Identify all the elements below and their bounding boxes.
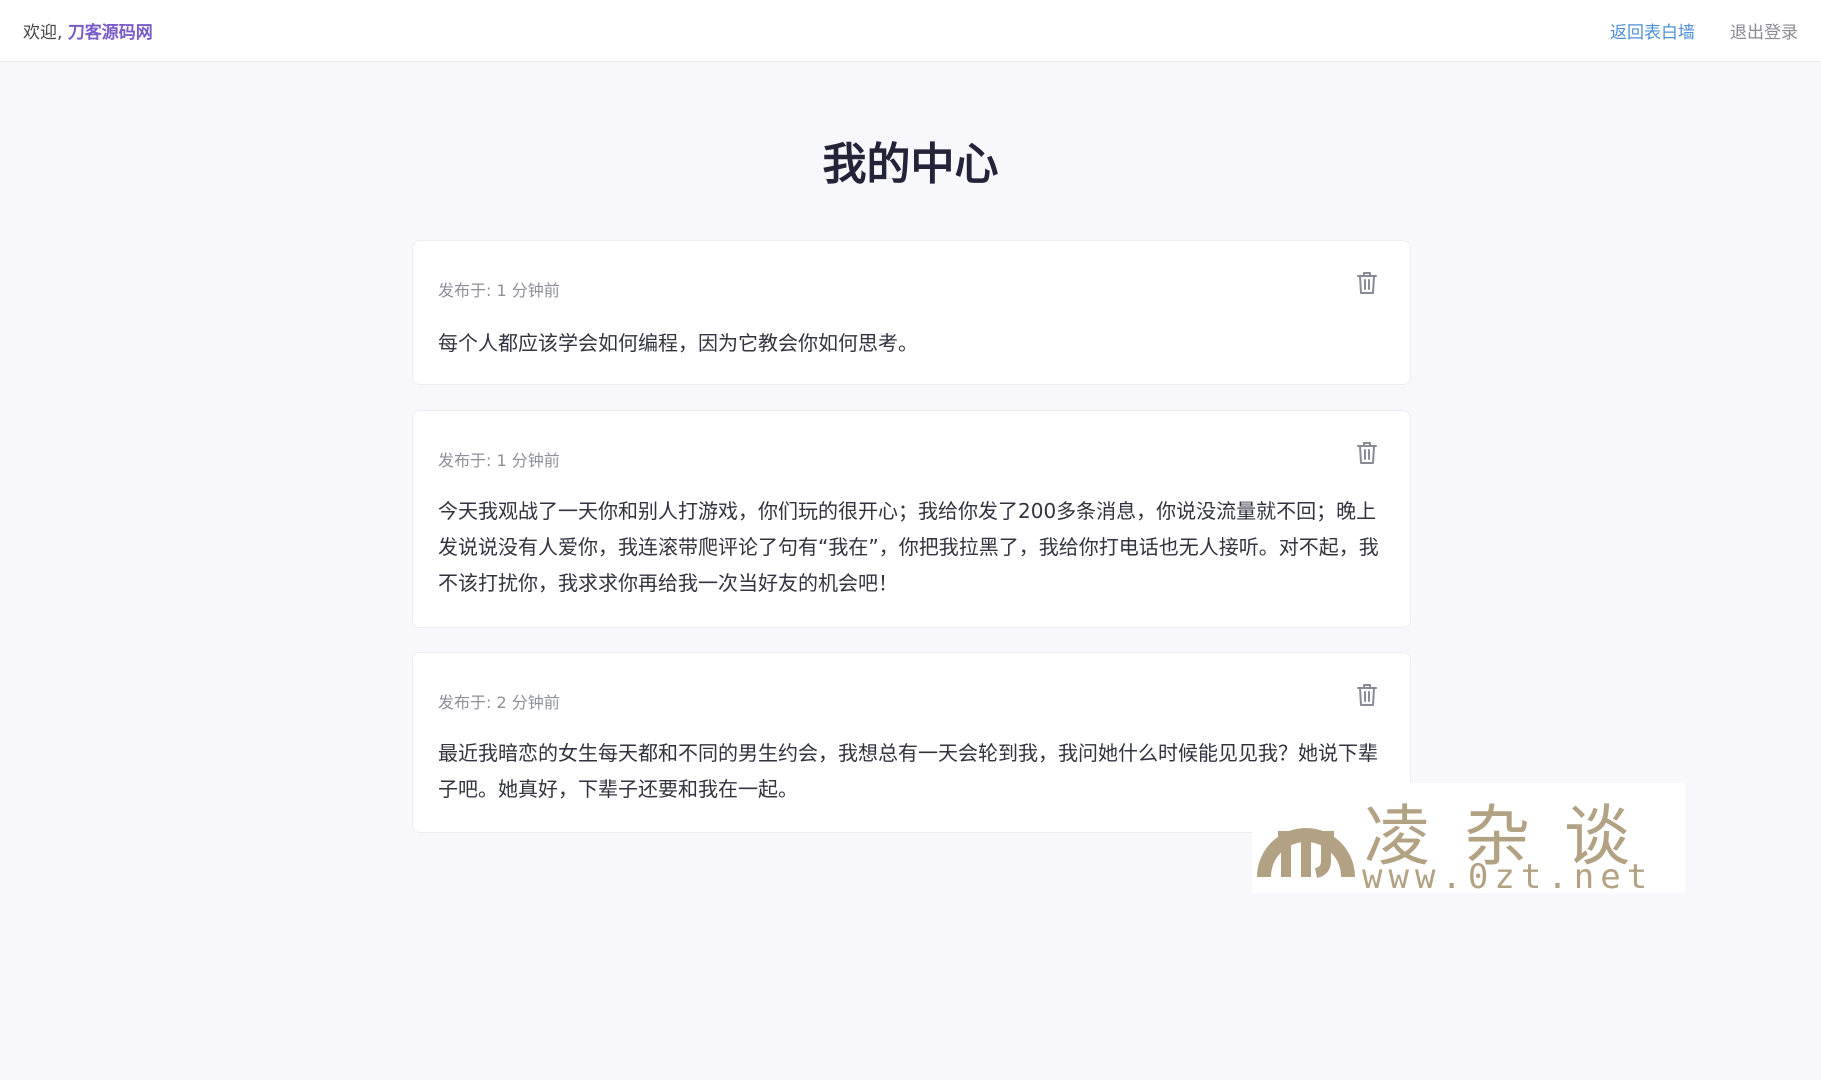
trash-icon (1357, 442, 1377, 464)
delete-button[interactable] (1354, 681, 1380, 709)
post-content: 每个人都应该学会如何编程，因为它教会你如何思考。 (438, 331, 918, 355)
post-meta: 发布于: 1 分钟前 (438, 451, 560, 470)
post-content: 今天我观战了一天你和别人打游戏，你们玩的很开心；我给你发了200多条消息，你说没… (438, 499, 1379, 595)
post-content: 最近我暗恋的女生每天都和不同的男生约会，我想总有一天会轮到我，我问她什么时候能见… (438, 741, 1378, 801)
post-meta: 发布于: 1 分钟前 (438, 281, 560, 300)
trash-icon (1357, 272, 1377, 294)
welcome-message: 欢迎, 刀客源码网 (23, 18, 153, 43)
watermark-logo-icon (1257, 828, 1355, 878)
watermark-url: www.0zt.net (1362, 857, 1654, 897)
delete-button[interactable] (1354, 439, 1380, 467)
post-meta: 发布于: 2 分钟前 (438, 693, 560, 712)
post-card: 发布于: 1 分钟前 每个人都应该学会如何编程，因为它教会你如何思考。 (412, 240, 1411, 385)
logout-link[interactable]: 退出登录 (1730, 18, 1798, 43)
watermark: 凌杂谈 www.0zt.net (1252, 783, 1685, 897)
page-title: 我的中心 (822, 139, 999, 190)
top-navbar: 欢迎, 刀客源码网 返回表白墙 退出登录 (0, 0, 1821, 62)
post-card: 发布于: 1 分钟前 今天我观战了一天你和别人打游戏，你们玩的很开心；我给你发了… (412, 410, 1411, 628)
delete-button[interactable] (1354, 269, 1380, 297)
trash-icon (1357, 684, 1377, 706)
welcome-prefix: 欢迎, (23, 23, 68, 43)
username: 刀客源码网 (67, 23, 153, 43)
back-to-wall-link[interactable]: 返回表白墙 (1610, 18, 1695, 43)
